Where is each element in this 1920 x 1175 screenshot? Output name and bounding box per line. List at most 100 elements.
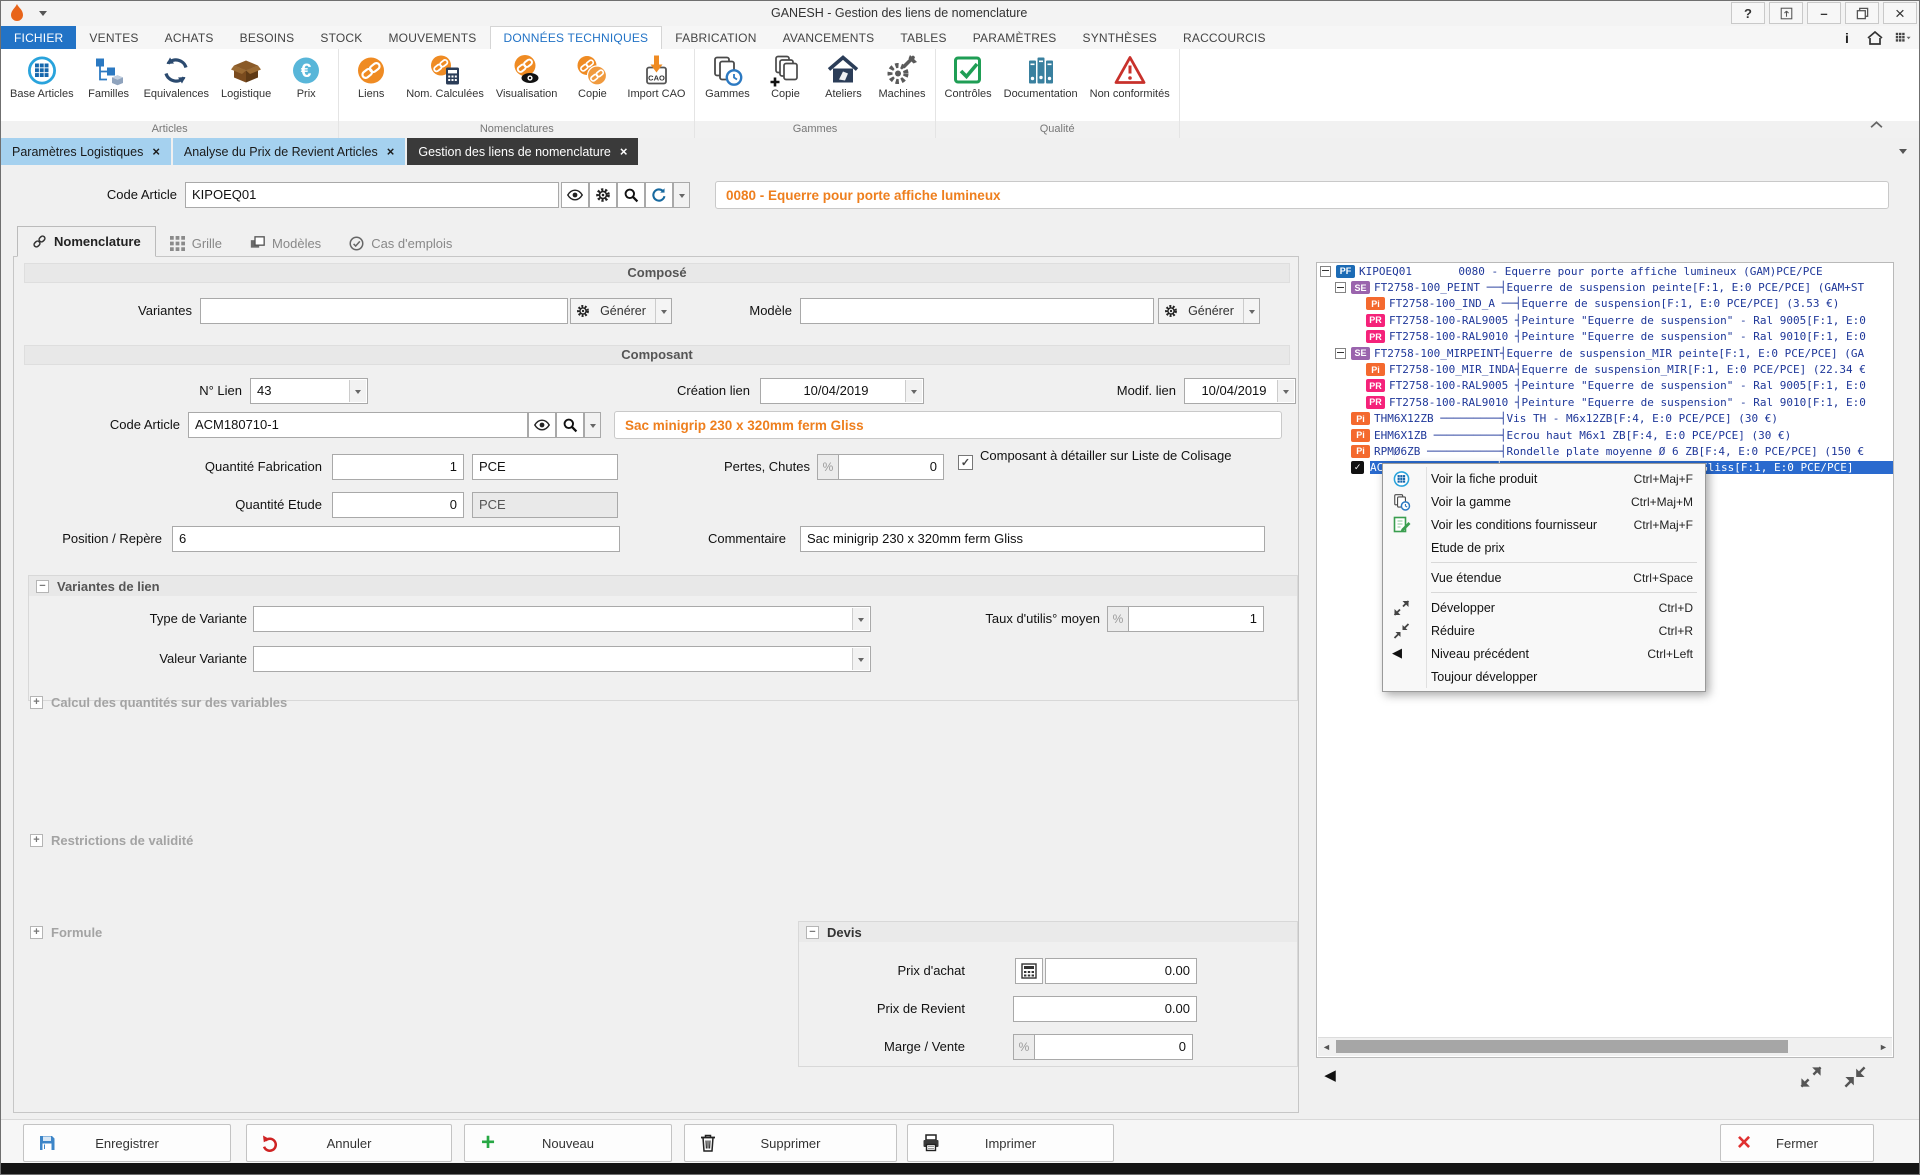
section-restrictions-validite[interactable]: +Restrictions de validité	[30, 833, 193, 848]
tree-row[interactable]: SEFT2758-100_MIRPEINT┤Equerre de suspens…	[1317, 345, 1893, 361]
combo-arrow-icon[interactable]	[852, 608, 869, 630]
ribbon-base-articles-button[interactable]: Base Articles	[4, 52, 80, 101]
ribbon-visualisation-button[interactable]: Visualisation	[490, 52, 564, 101]
collapse-section-icon[interactable]: −	[806, 926, 819, 939]
menu-stock[interactable]: STOCK	[307, 26, 375, 49]
prix-revient-input[interactable]: 0.00	[1013, 996, 1197, 1022]
collapse-section-icon[interactable]: −	[36, 580, 49, 593]
doc-tab-param-tres-logistiques[interactable]: Paramètres Logistiques×	[1, 138, 171, 165]
annuler-button[interactable]: Annuler	[246, 1124, 452, 1162]
imprimer-button[interactable]: Imprimer	[907, 1124, 1114, 1162]
generer-modele-button[interactable]: Générer	[1158, 298, 1260, 324]
tree-expand-all-button[interactable]	[1799, 1065, 1823, 1089]
refresh-button[interactable]	[645, 182, 673, 208]
fermer-button[interactable]: ×Fermer	[1720, 1124, 1874, 1162]
section-calcul-quantites[interactable]: +Calcul des quantités sur des variables	[30, 695, 287, 710]
combo-arrow-icon[interactable]	[852, 648, 869, 670]
ribbon-contr-les-button[interactable]: Contrôles	[939, 52, 998, 101]
commentaire-input[interactable]: Sac minigrip 230 x 320mm ferm Gliss	[800, 526, 1265, 552]
expand-section-icon[interactable]: +	[30, 926, 43, 939]
menu-donn-es-techniques[interactable]: DONNÉES TECHNIQUES	[490, 26, 663, 49]
tree-row[interactable]: PiTHM6X12ZB ─────────┤Vis TH - M6x12ZB[F…	[1317, 411, 1893, 427]
context-item-voir-les-conditions-fournisseur[interactable]: Voir les conditions fournisseurCtrl+Maj+…	[1383, 513, 1705, 536]
context-item-voir-la-gamme[interactable]: Voir la gammeCtrl+Maj+M	[1383, 490, 1705, 513]
expand-section-icon[interactable]: +	[30, 696, 43, 709]
help-button[interactable]: ?	[1731, 2, 1765, 24]
close-button[interactable]: ×	[1883, 2, 1917, 24]
prix-achat-calc-button[interactable]	[1015, 958, 1043, 984]
search-composant-button[interactable]	[556, 412, 584, 438]
tab-nomenclature[interactable]: Nomenclature	[17, 226, 156, 257]
tab-list-arrow-icon[interactable]	[1899, 149, 1907, 158]
position-repere-input[interactable]: 6	[172, 526, 620, 552]
colisage-checkbox[interactable]: ✓	[958, 455, 973, 470]
grid-menu-icon[interactable]	[1895, 30, 1911, 45]
close-tab-icon[interactable]: ×	[387, 147, 395, 157]
tree-expander-icon[interactable]	[1320, 266, 1331, 277]
generer-variantes-button[interactable]: Générer	[570, 298, 672, 324]
code-article-input[interactable]: KIPOEQ01	[185, 182, 559, 208]
scroll-right-icon[interactable]: ►	[1875, 1039, 1892, 1054]
doc-tab-analyse-du-prix-de-revient-articles[interactable]: Analyse du Prix de Revient Articles×	[173, 138, 405, 165]
quick-access-arrow-icon[interactable]	[39, 11, 47, 20]
menu-mouvements[interactable]: MOUVEMENTS	[375, 26, 489, 49]
tab-mod-les[interactable]: Modèles	[236, 230, 335, 257]
tab-cas-d-emplois[interactable]: Cas d'emplois	[335, 230, 466, 257]
tree-expander-icon[interactable]	[1335, 282, 1346, 293]
context-item-etude-de-prix[interactable]: Etude de prix	[1383, 536, 1705, 559]
pin-button[interactable]	[1769, 2, 1803, 24]
ribbon-nom-calcul-es-button[interactable]: Nom. Calculées	[400, 52, 490, 101]
refresh-dropdown-button[interactable]	[673, 182, 690, 208]
ribbon-ateliers-button[interactable]: Ateliers	[814, 52, 872, 101]
tree-row[interactable]: PRFT2758-100-RAL9005 ┤Peinture "Equerre …	[1317, 312, 1893, 328]
prix-achat-input[interactable]: 0.00	[1045, 958, 1197, 984]
menu-besoins[interactable]: BESOINS	[227, 26, 308, 49]
type-variante-combo[interactable]	[253, 606, 871, 632]
menu-ventes[interactable]: VENTES	[76, 26, 151, 49]
generer-dropdown-icon[interactable]	[1243, 299, 1259, 323]
tree-horizontal-scrollbar[interactable]: ◄ ►	[1318, 1037, 1892, 1056]
composant-dropdown-button[interactable]	[584, 412, 601, 438]
combo-arrow-icon[interactable]	[1277, 380, 1294, 402]
settings-button[interactable]	[589, 182, 617, 208]
modif-lien-combo[interactable]: 10/04/2019	[1184, 378, 1296, 404]
pertes-input[interactable]: 0	[838, 454, 944, 480]
home-icon[interactable]	[1867, 30, 1883, 45]
qte-fabrication-unit-input[interactable]: PCE	[472, 454, 618, 480]
tree-collapse-all-button[interactable]	[1843, 1065, 1867, 1089]
minimize-button[interactable]: –	[1807, 2, 1841, 24]
ribbon-gammes-button[interactable]: Gammes	[698, 52, 756, 101]
ribbon-logistique-button[interactable]: Logistique	[215, 52, 277, 101]
tree-row[interactable]: PiEHM6X1ZB ──────────┤Ecrou haut M6x1 ZB…	[1317, 427, 1893, 443]
search-article-button[interactable]	[617, 182, 645, 208]
tree-previous-level-button[interactable]: ◀	[1319, 1064, 1341, 1086]
tree-row[interactable]: PiRPMØ6ZB ───────────┤Rondelle plate moy…	[1317, 443, 1893, 459]
qte-fabrication-input[interactable]: 1	[332, 454, 464, 480]
ribbon-copie-button[interactable]: Copie	[756, 52, 814, 101]
context-item-voir-la-fiche-produit[interactable]: Voir la fiche produitCtrl+Maj+F	[1383, 467, 1705, 490]
collapse-ribbon-icon[interactable]	[1870, 120, 1883, 129]
ribbon-liens-button[interactable]: Liens	[342, 52, 400, 101]
doc-tab-gestion-des-liens-de-nomenclature[interactable]: Gestion des liens de nomenclature×	[407, 138, 638, 165]
menu-achats[interactable]: ACHATS	[152, 26, 227, 49]
tree-expander-icon[interactable]	[1335, 348, 1346, 359]
context-item-niveau-pr-c-dent[interactable]: ◀Niveau précédentCtrl+Left	[1383, 642, 1705, 665]
restore-button[interactable]	[1845, 2, 1879, 24]
menu-fabrication[interactable]: FABRICATION	[662, 26, 769, 49]
menu-fichier[interactable]: FICHIER	[1, 26, 76, 49]
expand-section-icon[interactable]: +	[30, 834, 43, 847]
creation-lien-combo[interactable]: 10/04/2019	[760, 378, 924, 404]
ribbon-familles-button[interactable]: Familles	[80, 52, 138, 101]
close-tab-icon[interactable]: ×	[152, 147, 160, 157]
tree-row[interactable]: PRFT2758-100-RAL9010 ┤Peinture "Equerre …	[1317, 329, 1893, 345]
tree-row[interactable]: SEFT2758-100_PEINT ──┤Equerre de suspens…	[1317, 279, 1893, 295]
n-lien-combo[interactable]: 43	[250, 378, 368, 404]
tab-grille[interactable]: Grille	[156, 230, 236, 257]
modele-input[interactable]	[800, 298, 1154, 324]
ribbon-documentation-button[interactable]: Documentation	[998, 52, 1084, 101]
ribbon-copie-button[interactable]: Copie	[563, 52, 621, 101]
variantes-input[interactable]	[200, 298, 568, 324]
menu-tables[interactable]: TABLES	[887, 26, 959, 49]
scrollbar-thumb[interactable]	[1336, 1040, 1788, 1053]
ribbon-non-conformit-s-button[interactable]: Non conformités	[1084, 52, 1176, 101]
